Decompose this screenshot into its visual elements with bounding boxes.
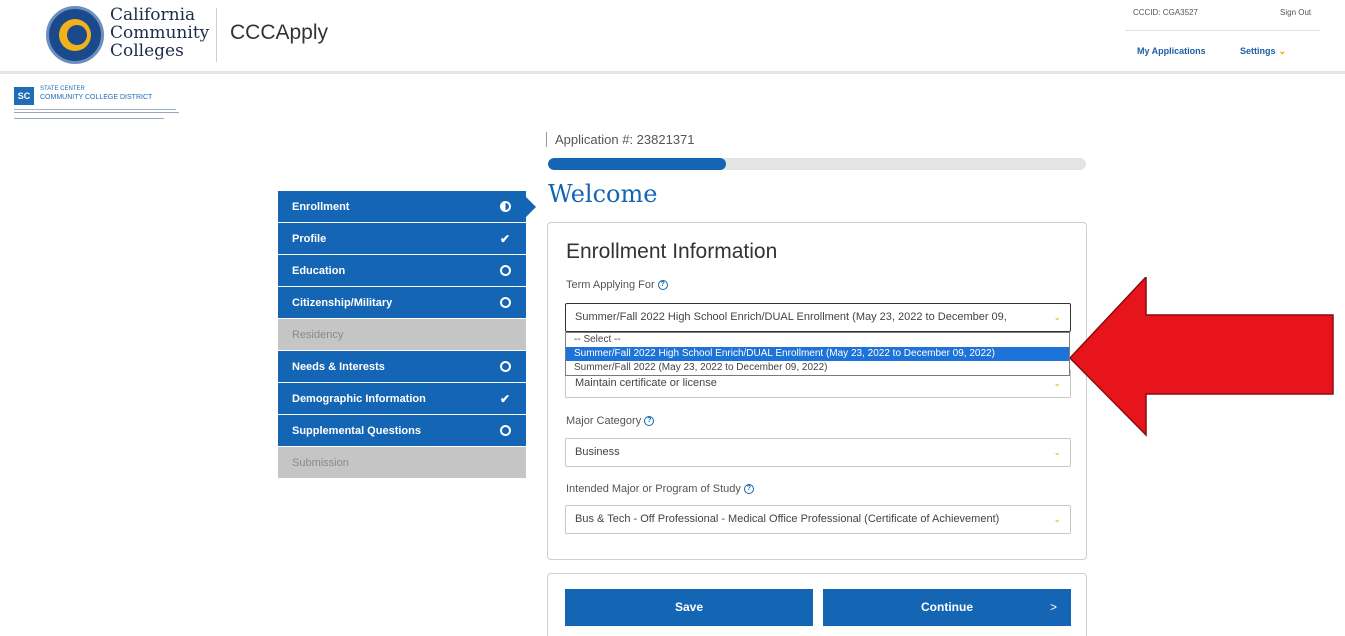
- major-category-select[interactable]: Business ⌄: [565, 438, 1071, 467]
- help-icon[interactable]: ?: [644, 416, 655, 427]
- sidebar-item-demographic-information[interactable]: Demographic Information ✔: [278, 383, 526, 415]
- empty-circle-icon: [498, 424, 512, 438]
- term-option[interactable]: Summer/Fall 2022 High School Enrich/DUAL…: [566, 347, 1069, 361]
- empty-circle-icon: [498, 360, 512, 374]
- help-icon[interactable]: ?: [743, 484, 754, 495]
- checkmark-icon: ✔: [499, 391, 511, 406]
- no-status-icon: [498, 328, 512, 342]
- california-community-colleges-logo[interactable]: [46, 6, 104, 64]
- chevron-down-icon: ⌄: [1278, 46, 1287, 56]
- term-select[interactable]: Summer/Fall 2022 High School Enrich/DUAL…: [565, 303, 1071, 332]
- card-title: Enrollment Information: [566, 240, 778, 263]
- sidebar-item-label: Supplemental Questions: [292, 424, 421, 437]
- section-nav: Enrollment Profile ✔ Education Citizenship/M…: [278, 191, 526, 479]
- application-number: Application #: 23821371: [546, 132, 695, 147]
- progress-fill: [548, 158, 726, 170]
- chevron-down-icon: ⌄: [1053, 312, 1061, 322]
- header-divider: [216, 8, 217, 62]
- intended-major-select[interactable]: Bus & Tech - Off Professional - Medical …: [565, 505, 1071, 534]
- term-option[interactable]: -- Select --: [566, 333, 1069, 347]
- sidebar-item-enrollment[interactable]: Enrollment: [278, 191, 526, 223]
- chevron-down-icon: ⌄: [1053, 514, 1061, 524]
- district-name-line2: COMMUNITY COLLEGE DISTRICT: [40, 94, 153, 101]
- district-logo-mark: SC: [14, 87, 34, 105]
- red-annotation-arrow: [1070, 277, 1334, 437]
- continue-button[interactable]: Continue >: [823, 589, 1071, 626]
- save-button[interactable]: Save: [565, 589, 813, 626]
- active-section-pointer: [526, 197, 536, 217]
- sidebar-item-label: Residency: [292, 328, 344, 341]
- district-name-line1: STATE CENTER: [40, 86, 85, 92]
- sidebar-item-education[interactable]: Education: [278, 255, 526, 287]
- term-dropdown-list: -- Select -- Summer/Fall 2022 High School…: [565, 332, 1070, 376]
- site-header: California Community Colleges CCCApply C…: [0, 0, 1345, 74]
- settings-label: Settings: [1240, 46, 1276, 56]
- chevron-right-icon: >: [1049, 600, 1057, 614]
- page-title: Welcome: [548, 180, 658, 208]
- app-name: CCCApply: [230, 21, 329, 44]
- sidebar-item-needs-interests[interactable]: Needs & Interests: [278, 351, 526, 383]
- half-circle-icon: [498, 200, 512, 214]
- progress-bar: [548, 158, 1086, 170]
- checkmark-icon: ✔: [499, 231, 511, 246]
- sidebar-item-citizenship-military[interactable]: Citizenship/Military: [278, 287, 526, 319]
- settings-menu[interactable]: Settings ⌄: [1240, 46, 1286, 57]
- sign-out-link[interactable]: Sign Out: [1280, 8, 1311, 17]
- sidebar-item-label: Needs & Interests: [292, 360, 385, 373]
- sidebar-item-label: Citizenship/Military: [292, 296, 393, 309]
- empty-circle-icon: [498, 264, 512, 278]
- my-applications-link[interactable]: My Applications: [1137, 46, 1206, 56]
- sidebar-item-submission: Submission: [278, 447, 526, 479]
- header-rule: [1125, 30, 1320, 31]
- sidebar-item-label: Education: [292, 264, 346, 277]
- help-icon[interactable]: ?: [657, 280, 668, 291]
- no-status-icon: [498, 456, 512, 470]
- chevron-down-icon: ⌄: [1053, 447, 1061, 457]
- empty-circle-icon: [498, 296, 512, 310]
- cccid-label: CCCID: CGA3527: [1133, 8, 1198, 17]
- term-label: Term Applying For?: [566, 279, 668, 291]
- major-category-label: Major Category?: [566, 415, 655, 427]
- enrollment-card: Enrollment Information Term Applying For…: [547, 222, 1087, 560]
- sidebar-item-label: Submission: [292, 456, 349, 469]
- intended-major-label: Intended Major or Program of Study?: [566, 483, 754, 495]
- logo-text: California Community Colleges: [110, 5, 210, 61]
- sidebar-item-supplemental-questions[interactable]: Supplemental Questions: [278, 415, 526, 447]
- sidebar-item-label: Enrollment: [292, 200, 350, 213]
- sidebar-item-label: Profile: [292, 232, 327, 245]
- sidebar-item-profile[interactable]: Profile ✔: [278, 223, 526, 255]
- sidebar-item-label: Demographic Information: [292, 392, 426, 405]
- sidebar-item-residency: Residency: [278, 319, 526, 351]
- district-logo: SC STATE CENTER COMMUNITY COLLEGE DISTRI…: [12, 85, 182, 133]
- term-option[interactable]: Summer/Fall 2022 (May 23, 2022 to Decemb…: [566, 361, 1069, 375]
- form-actions: Save Continue >: [547, 573, 1087, 636]
